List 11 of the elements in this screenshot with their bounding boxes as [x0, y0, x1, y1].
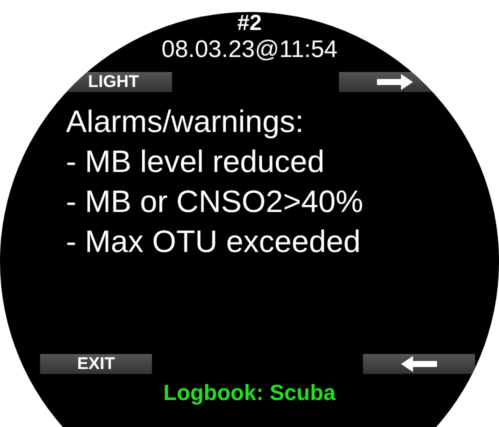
- back-softkey[interactable]: [363, 354, 475, 374]
- alarm-item: - Max OTU exceeded: [66, 223, 362, 261]
- arrow-left-icon: [401, 356, 437, 372]
- dive-number: #2: [237, 12, 262, 34]
- exit-softkey[interactable]: EXIT: [40, 354, 152, 374]
- arrow-right-icon: [377, 74, 413, 90]
- alarms-title: Alarms/warnings:: [66, 103, 305, 141]
- logbook-mode-label: Logbook: Scuba: [163, 380, 336, 406]
- alarm-item: - MB or CNSO2>40%: [66, 183, 364, 221]
- dive-datetime: 08.03.23@11:54: [161, 36, 338, 64]
- alarm-item: - MB level reduced: [66, 143, 326, 181]
